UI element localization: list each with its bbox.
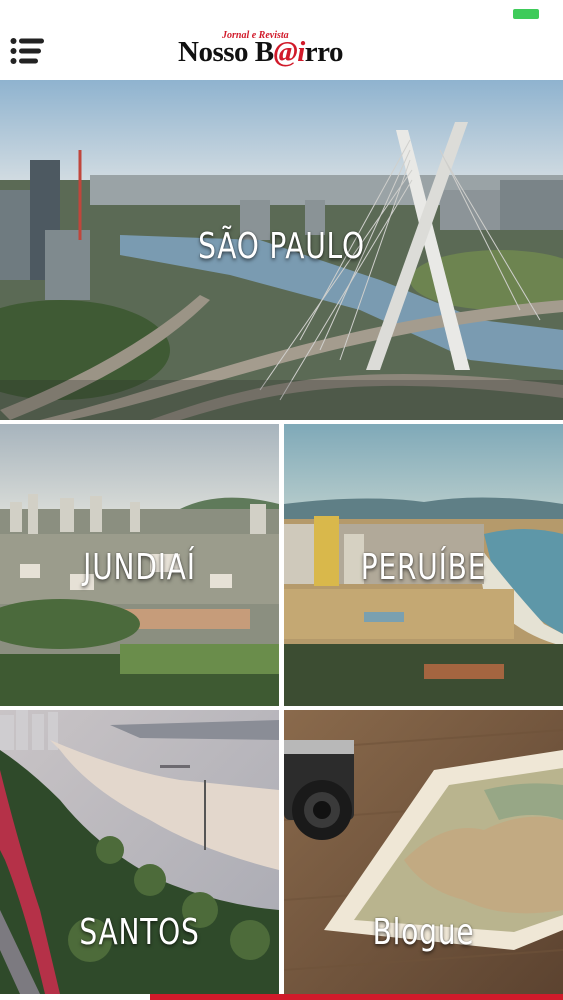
tile-label-jundiai: JUNDIAÍ: [83, 547, 196, 588]
logo-word-rro: rro: [304, 36, 344, 68]
logo-word-nosso: Nosso: [178, 36, 255, 68]
tile-label-santos: SANTOS: [79, 912, 200, 953]
tile-sao-paulo[interactable]: SÃO PAULO: [0, 80, 563, 420]
tile-santos[interactable]: SANTOS: [0, 710, 279, 994]
bottom-accent-bar: [0, 994, 563, 1000]
status-bar: [0, 0, 563, 28]
hamburger-menu-icon[interactable]: [10, 37, 44, 65]
tile-peruibe[interactable]: PERUÍBE: [284, 424, 563, 706]
bottom-accent-red: [150, 994, 563, 1000]
city-grid: SÃO PAULO JUNDIAÍ PERUÍBE SANTOS Blogue: [0, 80, 563, 994]
tile-label-peruibe: PERUÍBE: [360, 547, 487, 588]
tile-label-blogue: Blogue: [372, 912, 475, 953]
battery-icon: [513, 9, 539, 19]
tile-jundiai[interactable]: JUNDIAÍ: [0, 424, 279, 706]
logo-wordmark: Nosso B@irro: [178, 36, 344, 69]
logo-word-b: B: [254, 36, 274, 68]
app-header: Jornal e Revista Nosso B@irro: [0, 28, 563, 80]
tile-blogue[interactable]: Blogue: [284, 710, 563, 994]
logo-word-accent: @i: [273, 36, 306, 68]
tile-label-sao-paulo: SÃO PAULO: [198, 226, 365, 267]
nosso-bairro-logo[interactable]: Jornal e Revista Nosso B@irro: [178, 30, 388, 76]
